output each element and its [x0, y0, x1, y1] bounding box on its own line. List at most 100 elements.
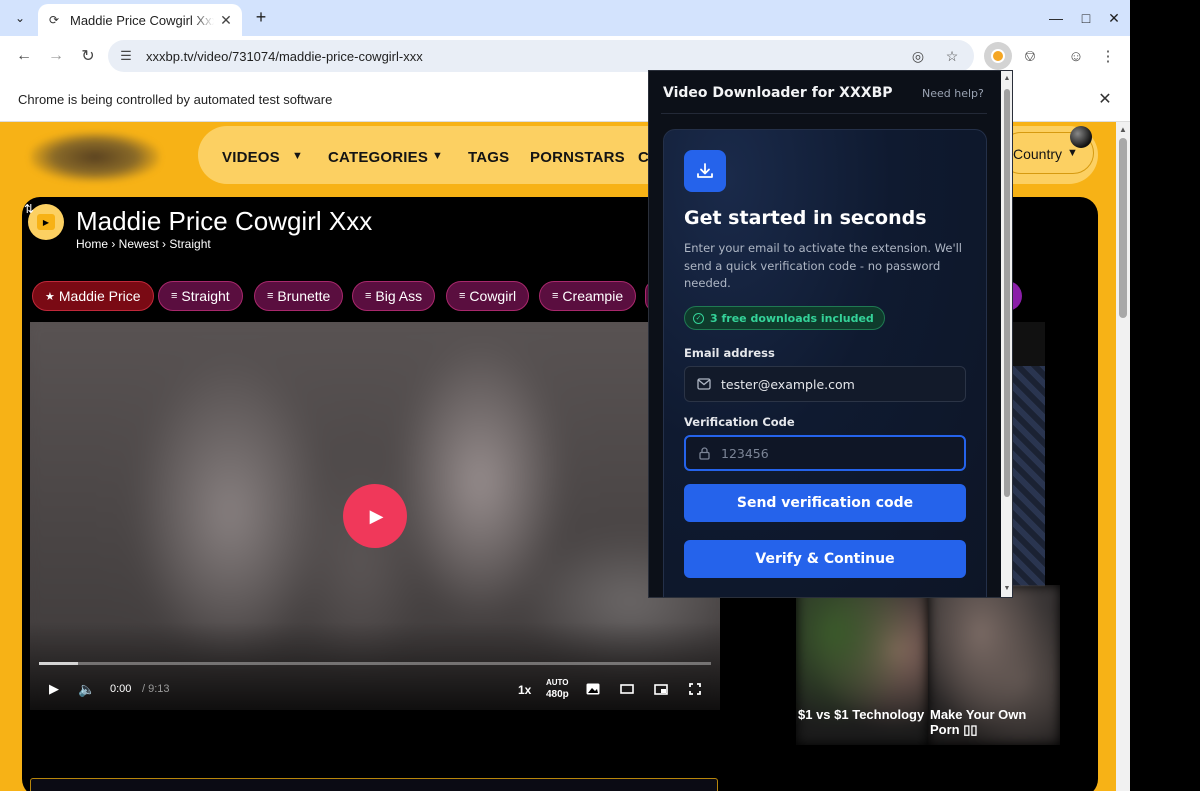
tab-search-button[interactable]: ⌄	[8, 6, 32, 30]
browser-window: ⌄ ⟳ Maddie Price Cowgirl Xxx ✕ + — □ ✕ ←…	[0, 0, 1130, 791]
infobar-close-icon[interactable]: ✕	[1096, 90, 1114, 108]
tag-label: Cowgirl	[469, 288, 517, 304]
tag-chip[interactable]: ≡ Cowgirl	[446, 281, 530, 311]
reload-icon: ↻	[81, 48, 95, 65]
back-button[interactable]: ←	[12, 44, 36, 68]
ad-banner[interactable]	[1013, 366, 1045, 586]
chevron-down-icon[interactable]: ▼	[292, 150, 303, 162]
nav-categories[interactable]: CATEGORIES	[328, 149, 428, 166]
bookmark-star-icon[interactable]: ☆	[940, 44, 964, 68]
breadcrumb[interactable]: Home › Newest › Straight	[76, 237, 211, 251]
quality-auto-label[interactable]: AUTO	[546, 678, 569, 687]
nav-tags[interactable]: TAGS	[468, 149, 509, 166]
download-arrows-icon: ⇅	[24, 202, 35, 216]
video-title: Maddie Price Cowgirl Xxx	[76, 206, 373, 236]
ad-card[interactable]: $1 vs $1 Technology	[796, 585, 928, 745]
forward-button[interactable]: →	[44, 44, 68, 68]
nav-videos[interactable]: VIDEOS	[222, 149, 280, 166]
volume-icon[interactable]: 🔈	[78, 680, 96, 698]
extension-logo-icon	[991, 49, 1005, 63]
duration: / 9:13	[142, 683, 170, 695]
play-tile-icon: ▶	[37, 214, 55, 230]
chevron-down-icon: ▼	[1067, 147, 1078, 159]
url-text[interactable]: xxxbp.tv/video/731074/maddie-price-cowgi…	[146, 49, 906, 64]
tag-pornstar[interactable]: ★ Maddie Price	[32, 281, 154, 311]
page-scrollbar[interactable]: ▲	[1116, 122, 1130, 791]
speed-button[interactable]: 1x	[518, 683, 531, 697]
favicon-icon: ⟳	[48, 13, 60, 27]
star-icon: ★	[45, 290, 55, 303]
tag-label: Straight	[181, 288, 230, 304]
country-label: Country	[1013, 146, 1063, 162]
comment-box[interactable]	[30, 778, 718, 791]
extension-icon-button[interactable]	[984, 42, 1012, 70]
badge-text: 3 free downloads included	[710, 311, 874, 325]
close-window-button[interactable]: ✕	[1104, 8, 1124, 28]
download-icon	[684, 150, 726, 192]
maximize-button[interactable]: □	[1076, 8, 1096, 28]
tracking-protection-icon[interactable]: ◎	[906, 44, 930, 68]
menu-kebab-icon[interactable]: ⋮	[1096, 44, 1120, 68]
ad-card[interactable]: Make Your Own Porn ▯▯	[928, 585, 1060, 745]
popup-scrollbar[interactable]: ▲ ▼	[1001, 71, 1012, 597]
tag-chip[interactable]: ≡ Straight	[158, 281, 243, 311]
tag-label: Brunette	[277, 288, 331, 304]
chevron-down-icon[interactable]: ▼	[432, 150, 443, 162]
send-code-button[interactable]: Send verification code	[684, 484, 966, 522]
email-field[interactable]	[721, 376, 951, 392]
arrow-right-icon: →	[48, 47, 64, 64]
scrollbar-thumb[interactable]	[1119, 138, 1127, 318]
scroll-up-icon[interactable]: ▲	[1119, 126, 1127, 134]
reload-button[interactable]: ↻	[76, 44, 100, 68]
tag-label: Big Ass	[375, 288, 423, 304]
scroll-up-icon[interactable]: ▲	[1001, 75, 1012, 82]
address-bar[interactable]: ☰ xxxbp.tv/video/731074/maddie-price-cow…	[108, 40, 974, 72]
minimize-button[interactable]: —	[1046, 8, 1066, 28]
play-button[interactable]: ▶	[343, 484, 407, 548]
help-link[interactable]: Need help?	[922, 87, 984, 100]
tag-chip[interactable]: ≡ Brunette	[254, 281, 344, 311]
extensions-puzzle-icon[interactable]: ⎊	[1018, 44, 1042, 68]
profile-icon[interactable]: ☺	[1064, 44, 1088, 68]
divider	[661, 113, 987, 114]
scrollbar-thumb[interactable]	[1004, 89, 1010, 497]
play-icon[interactable]: ▶	[46, 680, 62, 698]
tag-label: Creampie	[562, 288, 624, 304]
current-time: 0:00	[110, 683, 132, 695]
tag-chip[interactable]: ≡ Big Ass	[352, 281, 436, 311]
list-icon: ≡	[171, 290, 178, 302]
arrow-left-icon: ←	[16, 47, 32, 64]
check-icon: ✓	[693, 312, 704, 324]
progress-bar[interactable]	[39, 662, 711, 665]
pip-icon[interactable]	[652, 680, 670, 698]
code-label: Verification Code	[684, 415, 795, 429]
nav-pornstars[interactable]: PORNSTARS	[530, 149, 625, 166]
lock-icon	[697, 446, 711, 460]
play-icon: ▶	[369, 505, 384, 526]
browser-tab[interactable]: ⟳ Maddie Price Cowgirl Xxx ✕	[38, 4, 242, 36]
infobar-text: Chrome is being controlled by automated …	[18, 92, 333, 107]
theater-mode-icon[interactable]	[618, 680, 636, 698]
tag-label: Maddie Price	[58, 288, 141, 304]
video-player[interactable]: ▶ ▶ 🔈 0:00 / 9:13 1x AUTO 480p	[30, 322, 720, 710]
ad-label: Make Your Own Porn ▯▯	[930, 707, 1027, 737]
site-settings-icon[interactable]: ☰	[112, 42, 140, 70]
picture-icon[interactable]	[584, 680, 602, 698]
new-tab-button[interactable]: +	[250, 6, 272, 28]
verification-code-field[interactable]	[721, 445, 951, 461]
quality-button[interactable]: 480p	[546, 689, 569, 700]
signup-card: Get started in seconds Enter your email …	[663, 129, 987, 597]
mail-icon	[697, 377, 711, 391]
tab-strip: ⌄ ⟳ Maddie Price Cowgirl Xxx ✕ + — □ ✕	[0, 0, 1130, 36]
avatar[interactable]	[1070, 126, 1092, 148]
card-heading: Get started in seconds	[684, 207, 927, 229]
close-tab-icon[interactable]: ✕	[218, 12, 234, 28]
scroll-down-icon[interactable]: ▼	[1001, 585, 1012, 592]
site-logo[interactable]	[30, 132, 160, 182]
email-label: Email address	[684, 346, 775, 360]
verify-continue-button[interactable]: Verify & Continue	[684, 540, 966, 578]
tag-chip[interactable]: ≡ Creampie	[539, 281, 637, 311]
fullscreen-icon[interactable]	[686, 680, 704, 698]
ad-label: $1 vs $1 Technology	[798, 707, 925, 722]
popup-title: Video Downloader for XXXBP	[663, 85, 893, 101]
